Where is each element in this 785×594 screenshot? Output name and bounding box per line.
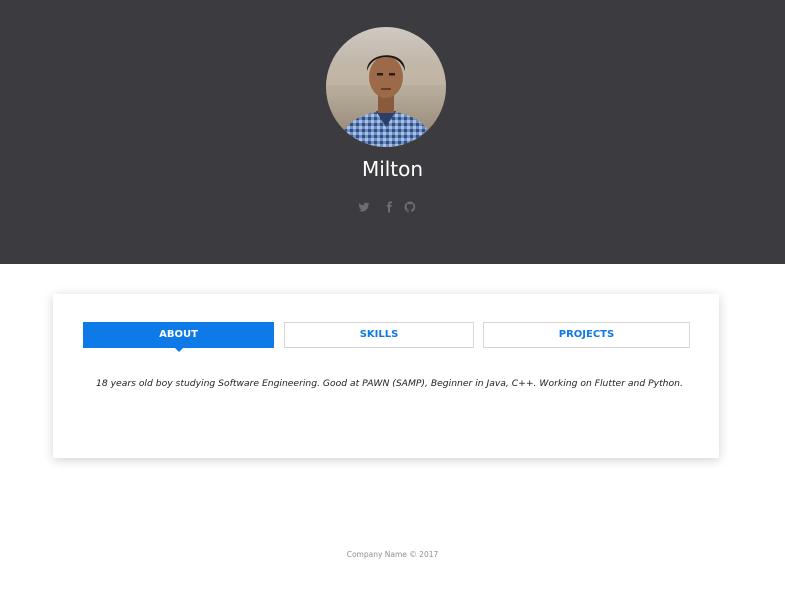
footer-copyright: Company Name © 2017 (346, 550, 439, 559)
twitter-icon[interactable] (358, 201, 372, 215)
tab-projects[interactable]: PROJECTS (483, 322, 690, 348)
tab-about-label: ABOUT (159, 329, 198, 340)
social-links (355, 201, 420, 215)
facebook-icon[interactable] (383, 201, 397, 215)
profile-header: Milton (0, 0, 785, 264)
tab-projects-label: PROJECTS (558, 329, 615, 340)
github-icon[interactable] (404, 201, 418, 215)
tab-about[interactable]: ABOUT (83, 322, 274, 352)
avatar (326, 27, 446, 147)
about-text: 18 years old boy studying Software Engin… (96, 378, 683, 389)
profile-name: Milton (361, 157, 424, 181)
active-tab-pointer (173, 347, 184, 352)
tab-skills-label: SKILLS (359, 329, 399, 340)
profile-card: ABOUT SKILLS PROJECTS 18 years old boy s… (53, 294, 719, 458)
tab-skills[interactable]: SKILLS (284, 322, 474, 348)
